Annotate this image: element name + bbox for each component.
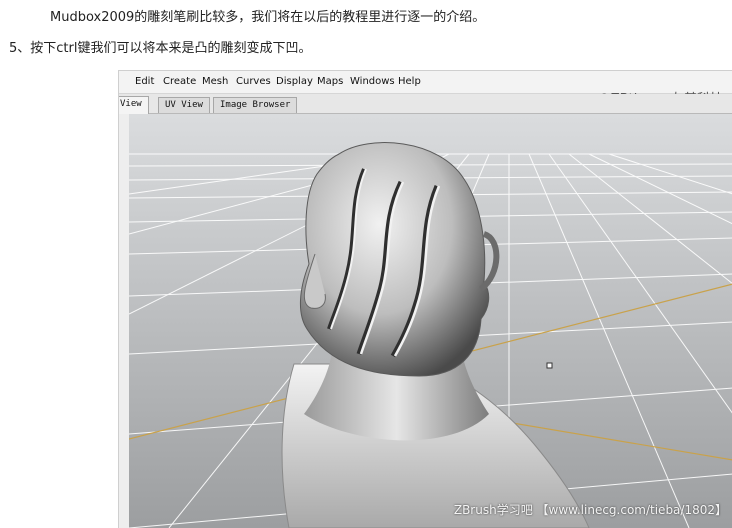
viewport-scene bbox=[129, 114, 732, 528]
3d-viewport[interactable]: ZBrush学习吧 【www.linecg.com/tieba/1802】 bbox=[129, 114, 732, 528]
menu-display[interactable]: Display bbox=[276, 76, 313, 87]
menu-help[interactable]: Help bbox=[398, 76, 421, 87]
intro-paragraph: Mudbox2009的雕刻笔刷比较多，我们将在以后的教程里进行逐一的介绍。 bbox=[50, 10, 486, 25]
menu-mesh[interactable]: Mesh bbox=[202, 76, 228, 87]
menu-edit[interactable]: Edit bbox=[135, 76, 154, 87]
watermark-linecg: ZBrush学习吧 【www.linecg.com/tieba/1802】 bbox=[453, 503, 727, 517]
mudbox-screenshot: Edit Create Mesh Curves Display Maps Win… bbox=[118, 70, 732, 528]
view-tabbar: View UV View Image Browser bbox=[119, 94, 732, 114]
cursor-marker bbox=[546, 362, 553, 369]
menu-windows[interactable]: Windows bbox=[350, 76, 395, 87]
tab-image-browser[interactable]: Image Browser bbox=[213, 97, 298, 113]
menu-curves[interactable]: Curves bbox=[236, 76, 271, 87]
menu-create[interactable]: Create bbox=[163, 76, 196, 87]
menu-maps[interactable]: Maps bbox=[317, 76, 343, 87]
tab-uv-view[interactable]: UV View bbox=[158, 97, 210, 113]
step-5-paragraph: 5、按下ctrl键我们可以将本来是凸的雕刻变成下凹。 bbox=[9, 41, 312, 56]
head bbox=[299, 142, 490, 377]
tab-view[interactable]: View bbox=[119, 96, 149, 114]
